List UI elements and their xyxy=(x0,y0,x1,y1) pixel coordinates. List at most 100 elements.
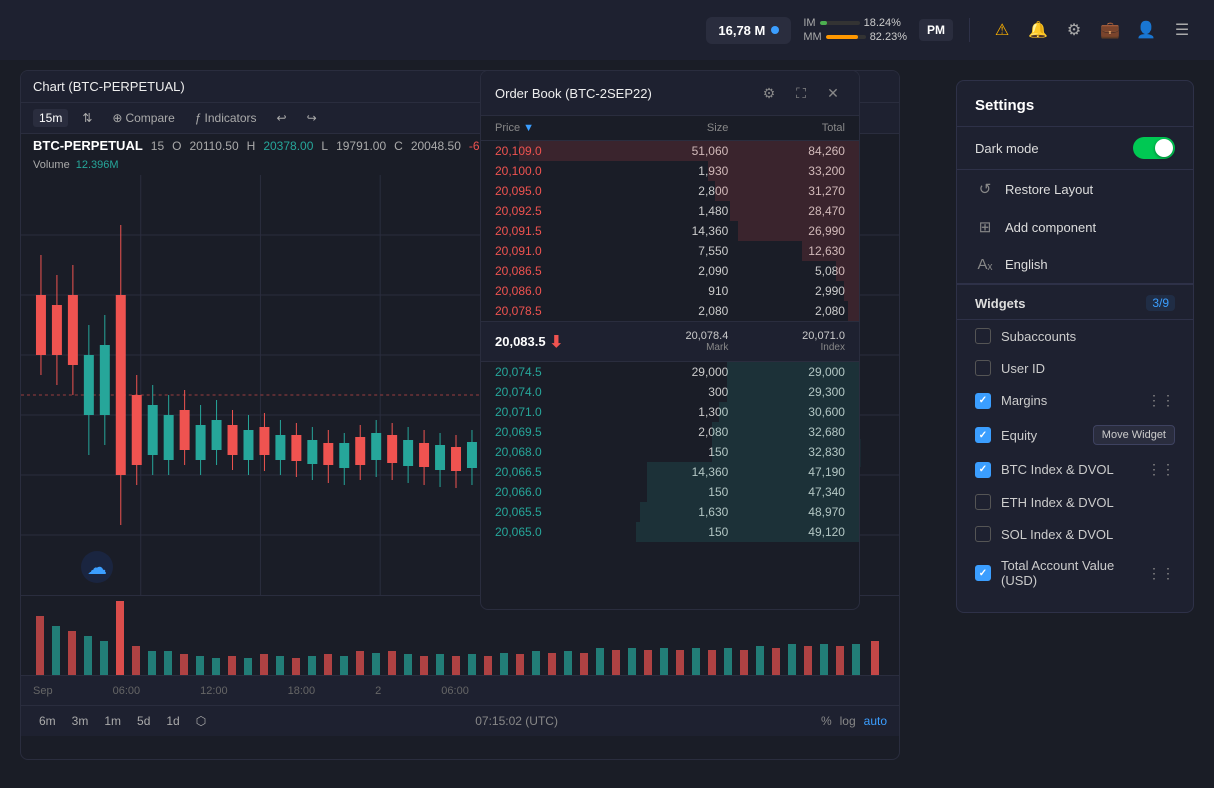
period-1d[interactable]: 1d xyxy=(160,712,185,730)
widget-checkbox[interactable] xyxy=(975,360,991,376)
widget-row[interactable]: Margins ⋮⋮ xyxy=(957,384,1193,417)
restore-layout-row[interactable]: ↺ Restore Layout xyxy=(957,170,1193,208)
bid-bg xyxy=(727,382,859,402)
ask-price: 20,091.0 xyxy=(495,244,612,258)
compare-btn[interactable]: ⊕ Compare xyxy=(106,109,180,127)
ask-row: 20,091.5 14,360 26,990 xyxy=(481,221,859,241)
bid-row: 20,069.5 2,080 32,680 xyxy=(481,422,859,442)
ask-row: 20,086.0 910 2,990 xyxy=(481,281,859,301)
menu-icon[interactable]: ☰ xyxy=(1166,14,1198,46)
mid-index-label: Index xyxy=(728,342,845,353)
ask-bg xyxy=(802,241,859,261)
close-val: 20048.50 xyxy=(411,139,461,153)
settings-gear-icon[interactable]: ⚙ xyxy=(1058,14,1090,46)
widget-row[interactable]: BTC Index & DVOL ⋮⋮ xyxy=(957,453,1193,486)
widgets-count: 3/9 xyxy=(1146,295,1175,311)
settings-panel: Settings Dark mode ↺ Restore Layout ⊞ Ad… xyxy=(956,80,1194,613)
scale-auto[interactable]: auto xyxy=(864,714,887,728)
bid-bg xyxy=(719,402,859,422)
move-widget-btn[interactable]: Move Widget xyxy=(1093,425,1175,445)
widget-row[interactable]: SOL Index & DVOL xyxy=(957,518,1193,550)
indicators-btn[interactable]: ƒ Indicators xyxy=(189,109,263,127)
widget-row[interactable]: User ID xyxy=(957,352,1193,384)
dark-mode-toggle[interactable] xyxy=(1133,137,1175,159)
widget-checkbox[interactable] xyxy=(975,328,991,344)
x-label-6b: 06:00 xyxy=(441,685,469,697)
x-label-6: 06:00 xyxy=(113,685,141,697)
open-val: 20110.50 xyxy=(189,139,238,153)
volume-val: 12.396M xyxy=(76,159,119,171)
bid-row: 20,066.5 14,360 47,190 xyxy=(481,462,859,482)
dark-mode-label: Dark mode xyxy=(975,141,1123,156)
ob-title: Order Book (BTC-2SEP22) xyxy=(495,86,749,101)
period-5d[interactable]: 5d xyxy=(131,712,156,730)
widget-row[interactable]: Equity Move Widget xyxy=(957,417,1193,453)
widget-rows: Subaccounts User ID Margins ⋮⋮ Equity Mo… xyxy=(957,320,1193,596)
compare-label: Compare xyxy=(125,111,174,125)
bid-price: 20,074.5 xyxy=(495,365,612,379)
language-icon: Aₓ xyxy=(975,256,995,273)
dark-mode-row[interactable]: Dark mode xyxy=(957,127,1193,170)
ob-settings-icon[interactable]: ⚙ xyxy=(757,81,781,105)
warning-icon[interactable]: ⚠ xyxy=(986,14,1018,46)
bid-price: 20,069.5 xyxy=(495,425,612,439)
ask-size: 2,090 xyxy=(612,264,729,278)
toggle-knob xyxy=(1155,139,1173,157)
ask-rows: 20,109.0 51,060 84,260 20,100.0 1,930 33… xyxy=(481,141,859,321)
scale-log[interactable]: log xyxy=(840,714,856,728)
topbar-icons: ⚠ 🔔 ⚙ 💼 👤 ☰ xyxy=(986,14,1198,46)
screenshot-btn[interactable]: ⬡ xyxy=(190,712,212,730)
col-price-header: Price ▼ xyxy=(495,122,612,134)
drag-handle-icon[interactable]: ⋮⋮ xyxy=(1147,565,1175,582)
language-row[interactable]: Aₓ English xyxy=(957,246,1193,284)
chart-time: 07:15:02 (UTC) xyxy=(475,714,558,728)
orderbook-panel: Order Book (BTC-2SEP22) ⚙ ⛶ ✕ Price ▼ Si… xyxy=(480,70,860,610)
bid-bg xyxy=(647,462,859,482)
widget-row[interactable]: Total Account Value (USD) ⋮⋮ xyxy=(957,550,1193,596)
widget-checkbox[interactable] xyxy=(975,494,991,510)
bid-row: 20,068.0 150 32,830 xyxy=(481,442,859,462)
widget-label: Total Account Value (USD) xyxy=(1001,558,1137,588)
ask-size: 7,550 xyxy=(612,244,729,258)
widget-checkbox[interactable] xyxy=(975,565,991,581)
col-total-header: Total xyxy=(728,122,845,134)
scale-pct[interactable]: % xyxy=(821,714,832,728)
x-axis: Sep 06:00 12:00 18:00 2 06:00 xyxy=(21,675,899,705)
widget-checkbox[interactable] xyxy=(975,526,991,542)
widget-label: BTC Index & DVOL xyxy=(1001,462,1137,477)
widget-row[interactable]: Subaccounts xyxy=(957,320,1193,352)
period-3m[interactable]: 3m xyxy=(66,712,95,730)
widget-checkbox[interactable] xyxy=(975,393,991,409)
drag-handle-icon[interactable]: ⋮⋮ xyxy=(1147,461,1175,478)
widget-checkbox[interactable] xyxy=(975,427,991,443)
redo-btn[interactable]: ↪ xyxy=(301,109,323,127)
bid-bg xyxy=(647,482,859,502)
widget-checkbox[interactable] xyxy=(975,462,991,478)
bell-icon[interactable]: 🔔 xyxy=(1022,14,1054,46)
ask-row: 20,091.0 7,550 12,630 xyxy=(481,241,859,261)
add-component-row[interactable]: ⊞ Add component xyxy=(957,208,1193,246)
user-icon[interactable]: 👤 xyxy=(1130,14,1162,46)
drag-handle-icon[interactable]: ⋮⋮ xyxy=(1147,392,1175,409)
im-pct: 18.24% xyxy=(864,17,901,29)
ask-size: 1,480 xyxy=(612,204,729,218)
widget-row[interactable]: ETH Index & DVOL xyxy=(957,486,1193,518)
interval-icon[interactable]: ⇅ xyxy=(76,109,98,127)
widget-label: Margins xyxy=(1001,393,1137,408)
wallet-icon[interactable]: 💼 xyxy=(1094,14,1126,46)
ask-size: 2,080 xyxy=(612,304,729,318)
ask-price: 20,086.0 xyxy=(495,284,612,298)
undo-btn[interactable]: ↩ xyxy=(271,109,293,127)
chart-bottom: 6m 3m 1m 5d 1d ⬡ 07:15:02 (UTC) % log au… xyxy=(21,705,899,736)
indicators-label: Indicators xyxy=(205,111,257,125)
ob-close-icon[interactable]: ✕ xyxy=(821,81,845,105)
ob-expand-icon[interactable]: ⛶ xyxy=(789,81,813,105)
period-6m[interactable]: 6m xyxy=(33,712,62,730)
close-label: C xyxy=(394,139,403,153)
mm-bar xyxy=(826,35,866,39)
cloud-icon[interactable]: ☁ xyxy=(81,551,113,583)
widgets-title: Widgets xyxy=(975,296,1146,311)
period-1m[interactable]: 1m xyxy=(98,712,127,730)
ask-bg xyxy=(519,141,859,161)
interval-btn[interactable]: 15m xyxy=(33,109,68,127)
